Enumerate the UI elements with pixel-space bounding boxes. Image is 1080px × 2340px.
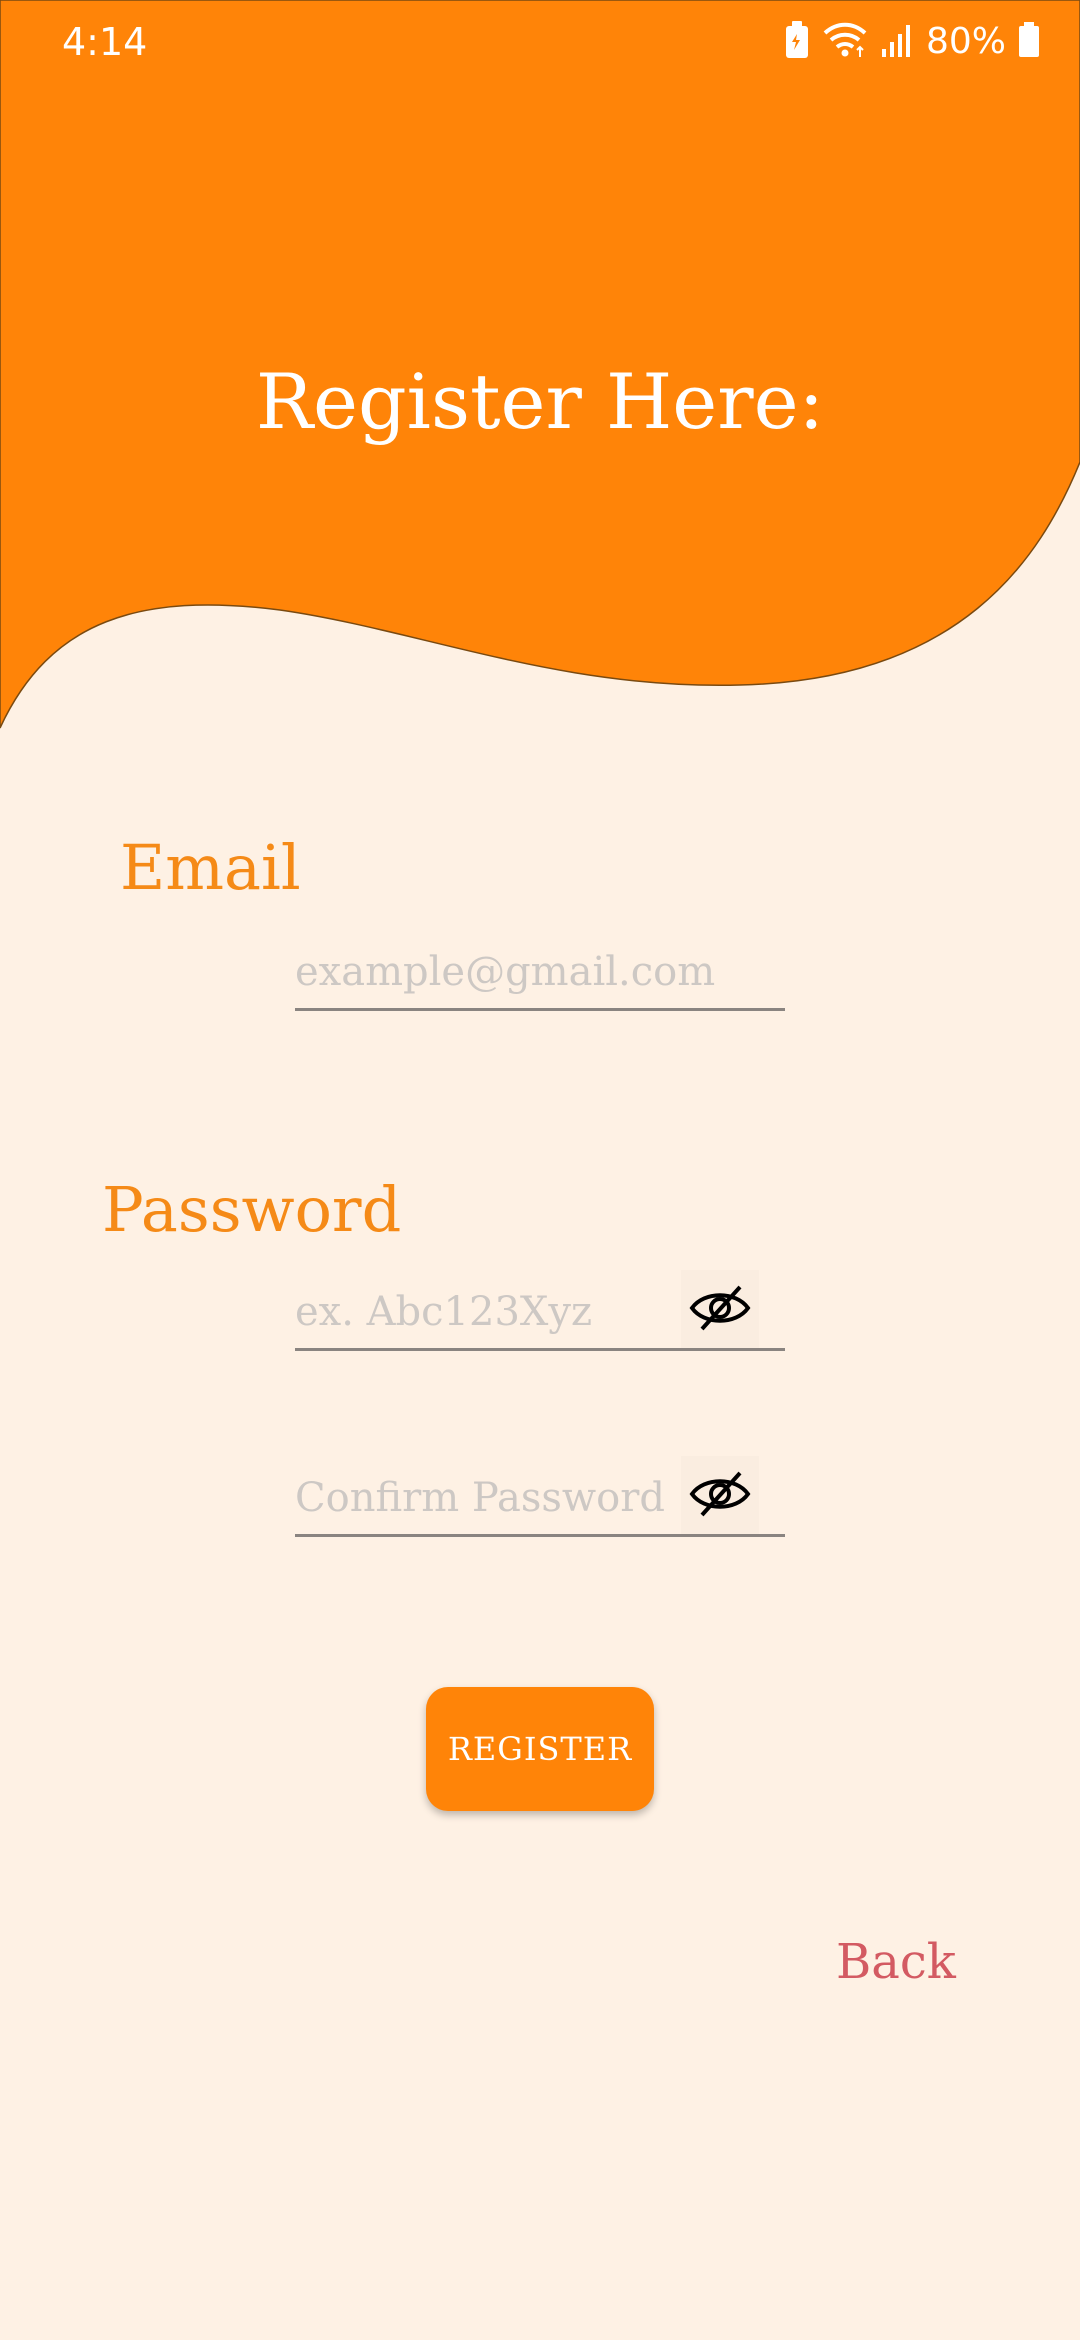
eye-off-icon [688,1469,752,1522]
eye-off-icon [688,1283,752,1336]
page-title: Register Here: [255,357,825,446]
battery-percent: 80% [925,21,1006,62]
status-time: 4:14 [62,20,148,64]
email-field-container [295,936,785,1011]
confirm-password-visibility-toggle[interactable] [681,1456,759,1534]
password-label: Password [102,1173,402,1246]
password-visibility-toggle[interactable] [681,1270,759,1348]
status-bar: 4:14 80% [0,0,1080,84]
email-field[interactable] [295,936,785,1008]
wifi-icon [822,21,868,63]
register-screen: 4:14 80% Register Here: Email Password [0,0,1080,2340]
confirm-password-field[interactable] [295,1462,680,1534]
confirm-password-field-container [295,1456,785,1537]
password-field-container [295,1270,785,1351]
signal-icon [880,21,914,63]
register-button[interactable]: REGISTER [426,1687,654,1811]
email-label: Email [120,831,301,904]
status-icons: 80% [784,18,1040,66]
battery-icon [1018,21,1040,63]
back-link[interactable]: Back [836,1930,956,1994]
password-field[interactable] [295,1276,680,1348]
battery-saver-icon [784,20,810,64]
